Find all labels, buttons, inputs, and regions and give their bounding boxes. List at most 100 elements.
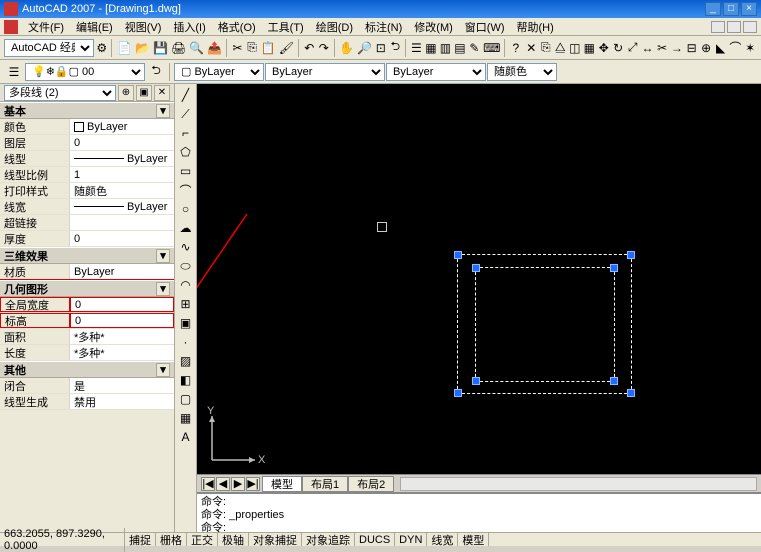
group-header[interactable]: 几何图形▾: [0, 280, 174, 297]
scale-icon[interactable]: ⤢: [626, 38, 639, 58]
prop-value[interactable]: *多种*: [70, 329, 174, 344]
prop-value[interactable]: ByLayer: [70, 264, 174, 279]
prop-row[interactable]: 线型生成禁用: [0, 394, 174, 410]
mirror-icon[interactable]: ⧋: [554, 38, 567, 58]
gradient-icon[interactable]: ◧: [177, 371, 195, 389]
status-toggle[interactable]: 极轴: [218, 533, 249, 546]
layout-tab[interactable]: 布局1: [302, 476, 348, 492]
status-toggle[interactable]: 捕捉: [125, 533, 156, 546]
grip-icon[interactable]: [610, 377, 618, 385]
status-toggle[interactable]: DUCS: [355, 533, 395, 546]
prop-value[interactable]: 1: [70, 167, 174, 182]
prop-value[interactable]: 禁用: [70, 394, 174, 409]
save-icon[interactable]: 💾: [152, 38, 169, 58]
layout-tab[interactable]: 布局2: [348, 476, 394, 492]
menu-item[interactable]: 绘图(D): [310, 19, 359, 35]
prop-row[interactable]: 打印样式随颜色: [0, 183, 174, 199]
command-line[interactable]: 命令:命令: _properties命令:: [197, 492, 761, 532]
menu-item[interactable]: 标注(N): [359, 19, 408, 35]
rectangle-icon[interactable]: ▭: [177, 162, 195, 180]
arc-icon[interactable]: ⌒: [177, 181, 195, 199]
doc-close-button[interactable]: [743, 21, 757, 33]
rotate-icon[interactable]: ↻: [611, 38, 624, 58]
hscrollbar[interactable]: [400, 477, 757, 491]
point-icon[interactable]: ·: [177, 333, 195, 351]
tab-nav-button[interactable]: |◀: [201, 477, 215, 491]
copy2-icon[interactable]: ⎘: [539, 38, 552, 58]
preview-icon[interactable]: 🔍: [188, 38, 205, 58]
extend-icon[interactable]: →: [670, 38, 684, 58]
status-toggle[interactable]: 对象追踪: [302, 533, 355, 546]
xline-icon[interactable]: ⟋: [177, 105, 195, 123]
tab-nav-button[interactable]: ▶: [231, 477, 245, 491]
region-icon[interactable]: ▢: [177, 390, 195, 408]
prop-value[interactable]: 0: [70, 313, 174, 328]
hatch-icon[interactable]: ▨: [177, 352, 195, 370]
grip-icon[interactable]: [610, 264, 618, 272]
revcloud-icon[interactable]: ☁: [177, 219, 195, 237]
doc-minimize-button[interactable]: [711, 21, 725, 33]
selection-combo[interactable]: 多段线 (2): [4, 85, 116, 101]
menu-item[interactable]: 窗口(W): [459, 19, 511, 35]
pline-icon[interactable]: ⌐: [177, 124, 195, 142]
menu-item[interactable]: 修改(M): [408, 19, 459, 35]
menu-item[interactable]: 帮助(H): [511, 19, 560, 35]
prop-value[interactable]: ByLayer: [70, 151, 174, 166]
undo-icon[interactable]: ↶: [303, 38, 316, 58]
properties-icon[interactable]: ☰: [410, 38, 423, 58]
status-toggle[interactable]: 正交: [187, 533, 218, 546]
ellipse-icon[interactable]: ⬭: [177, 257, 195, 275]
status-toggle[interactable]: 对象捕捉: [249, 533, 302, 546]
new-icon[interactable]: 📄: [116, 38, 133, 58]
plot-icon[interactable]: 🖨: [170, 38, 187, 58]
prop-row[interactable]: 线宽ByLayer: [0, 199, 174, 215]
match-icon[interactable]: 🖌: [278, 38, 295, 58]
stretch-icon[interactable]: ↔: [640, 38, 654, 58]
quick-select-icon[interactable]: ✕: [154, 85, 170, 101]
chamfer-icon[interactable]: ◣: [714, 38, 727, 58]
menu-item[interactable]: 格式(O): [212, 19, 262, 35]
trim-icon[interactable]: ✂: [655, 38, 668, 58]
layer-combo[interactable]: 💡❄🔒▢ 00: [25, 63, 145, 81]
prop-value[interactable]: 是: [70, 378, 174, 393]
break-icon[interactable]: ⊟: [685, 38, 698, 58]
prop-row[interactable]: 图层0: [0, 135, 174, 151]
prop-row[interactable]: 长度*多种*: [0, 345, 174, 361]
collapse-icon[interactable]: ▾: [156, 104, 170, 118]
group-header[interactable]: 其他▾: [0, 361, 174, 378]
prop-row[interactable]: 颜色ByLayer: [0, 119, 174, 135]
markup-icon[interactable]: ✎: [468, 38, 481, 58]
lineweight-combo[interactable]: ByLayer: [386, 63, 486, 81]
linetype-combo[interactable]: ByLayer: [265, 63, 385, 81]
prop-value[interactable]: 随颜色: [70, 183, 174, 198]
grip-icon[interactable]: [454, 389, 462, 397]
menu-item[interactable]: 工具(T): [262, 19, 310, 35]
prop-row[interactable]: 面积*多种*: [0, 329, 174, 345]
prop-value[interactable]: 0: [70, 135, 174, 150]
tool-palette-icon[interactable]: ▥: [439, 38, 452, 58]
explode-icon[interactable]: ✶: [743, 38, 756, 58]
prop-row[interactable]: 线型比例1: [0, 167, 174, 183]
pickadd-icon[interactable]: ⊕: [118, 85, 134, 101]
prop-row[interactable]: 厚度0: [0, 231, 174, 247]
menu-item[interactable]: 文件(F): [22, 19, 70, 35]
design-center-icon[interactable]: ▦: [424, 38, 437, 58]
workspace-combo[interactable]: AutoCAD 经典: [4, 39, 94, 57]
grip-icon[interactable]: [627, 251, 635, 259]
status-toggle[interactable]: 模型: [458, 533, 489, 546]
menu-item[interactable]: 编辑(E): [70, 19, 119, 35]
plotstyle-combo[interactable]: 随颜色: [487, 63, 557, 81]
offset-icon[interactable]: ◫: [568, 38, 581, 58]
mtext-icon[interactable]: A: [177, 428, 195, 446]
prop-row[interactable]: 线型ByLayer: [0, 151, 174, 167]
group-header[interactable]: 基本▾: [0, 102, 174, 119]
copy-icon[interactable]: ⎘: [245, 38, 258, 58]
prop-value[interactable]: 0: [70, 297, 174, 312]
calc-icon[interactable]: ⌨: [482, 38, 501, 58]
layer-prev-icon[interactable]: ⮌: [146, 62, 166, 82]
sheet-set-icon[interactable]: ▤: [453, 38, 466, 58]
layout-tab[interactable]: 模型: [262, 476, 302, 492]
circle-icon[interactable]: ○: [177, 200, 195, 218]
menu-item[interactable]: 视图(V): [119, 19, 168, 35]
help-icon[interactable]: ?: [509, 38, 522, 58]
